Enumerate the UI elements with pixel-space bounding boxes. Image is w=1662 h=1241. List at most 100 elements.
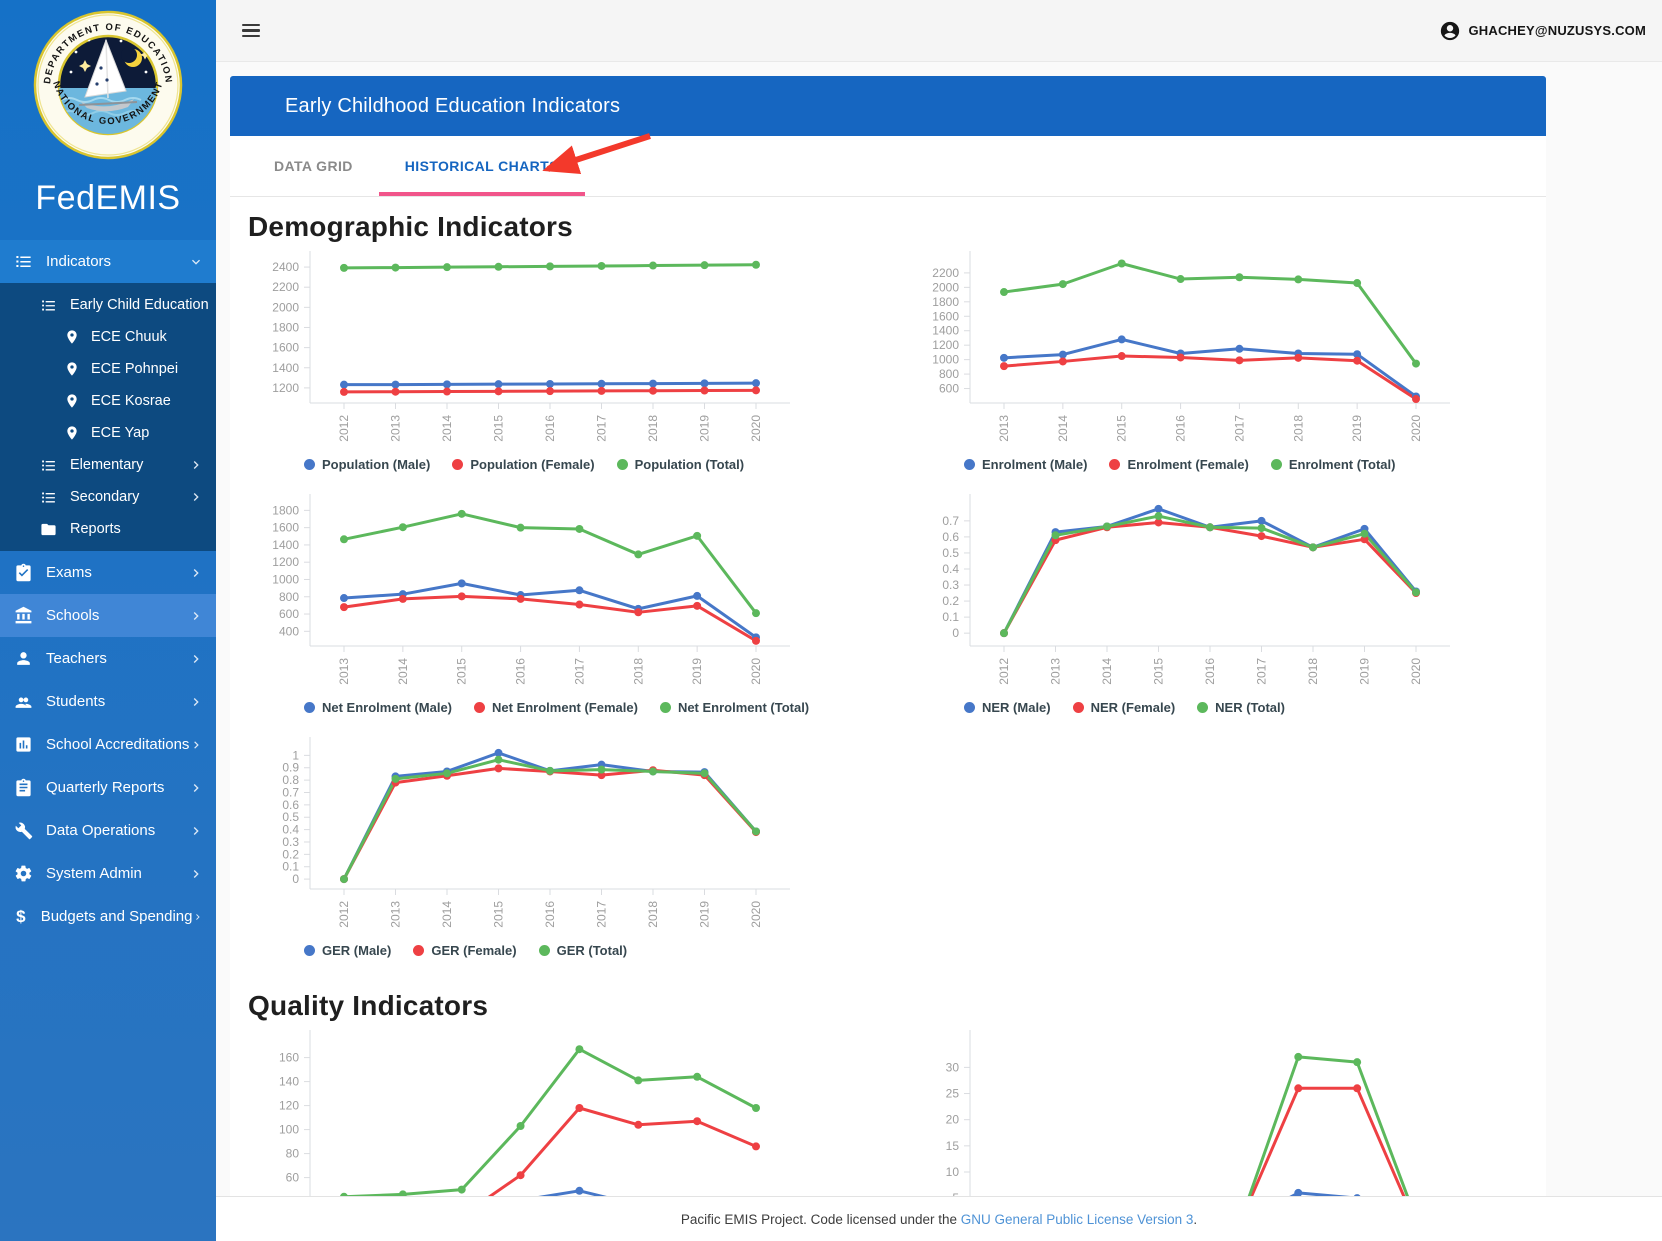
svg-text:2016: 2016 [1174, 415, 1188, 442]
legend-item: Enrolment (Male) [964, 457, 1087, 472]
tab-data-grid[interactable]: DATA GRID [248, 136, 379, 196]
sidebar: DEPARTMENT OF EDUCATION NATIONAL GOVERNM… [0, 0, 216, 1241]
svg-text:1600: 1600 [932, 309, 959, 323]
sidebar-item-quarterly-reports[interactable]: Quarterly Reports [0, 766, 216, 809]
svg-text:1200: 1200 [932, 338, 959, 352]
svg-text:2017: 2017 [572, 658, 586, 685]
svg-text:80: 80 [286, 1147, 300, 1161]
page: DEPARTMENT OF EDUCATION NATIONAL GOVERNM… [0, 0, 1662, 1241]
sidebar-item-ece-kosrae[interactable]: ECE Kosrae [0, 385, 216, 417]
svg-text:2019: 2019 [698, 901, 712, 928]
legend-dot [1073, 702, 1084, 713]
sidebar-item-label: Data Operations [46, 822, 188, 839]
svg-text:2015: 2015 [492, 901, 506, 928]
chart-legend: Net Enrolment (Male) Net Enrolment (Femal… [304, 697, 906, 717]
sidebar-item-indicators[interactable]: Indicators [0, 240, 216, 283]
sidebar-item-ece-yap[interactable]: ECE Yap [0, 417, 216, 449]
legend-item: Net Enrolment (Male) [304, 700, 452, 715]
sidebar-item-elementary[interactable]: Elementary [0, 449, 216, 481]
svg-text:0.2: 0.2 [942, 594, 959, 608]
user-account-chip[interactable]: GHACHEY@NUZUSYS.COM [1439, 20, 1646, 42]
legend-dot [413, 945, 424, 956]
svg-text:2018: 2018 [646, 901, 660, 928]
sidebar-item-early-child-education[interactable]: Early Child Education [0, 289, 216, 321]
chart-legend: GER (Male)GER (Female)GER (Total) [304, 940, 906, 960]
svg-text:2017: 2017 [595, 901, 609, 928]
svg-text:2016: 2016 [543, 901, 557, 928]
sidebar-item-reports[interactable]: Reports [0, 513, 216, 545]
sidebar-item-ece-chuuk[interactable]: ECE Chuuk [0, 321, 216, 353]
ger-line-chart: 00.10.20.30.40.50.60.70.80.9120122013201… [246, 733, 906, 940]
sidebar-item-secondary[interactable]: Secondary [0, 481, 216, 513]
section-title-demographic: Demographic Indicators [248, 211, 1546, 243]
tab-historical-charts[interactable]: HISTORICAL CHARTS [379, 136, 585, 196]
legend-dot [660, 702, 671, 713]
svg-text:2017: 2017 [1232, 415, 1246, 442]
sidebar-item-system-admin[interactable]: System Admin [0, 852, 216, 895]
sidebar-item-exams[interactable]: Exams [0, 551, 216, 594]
legend-label: Population (Male) [322, 457, 430, 472]
list-icon [14, 252, 33, 271]
sidebar-item-label: System Admin [46, 865, 188, 882]
sidebar-item-budgets-and-spending[interactable]: $ Budgets and Spending [0, 895, 216, 938]
topbar: GHACHEY@NUZUSYS.COM [216, 0, 1662, 62]
legend-label: Population (Female) [470, 457, 594, 472]
legend-item: Population (Total) [617, 457, 745, 472]
gear-icon [14, 864, 33, 883]
svg-text:2000: 2000 [932, 280, 959, 294]
charts-body: Demographic Indicators 12001400160018002… [230, 211, 1546, 1241]
person-icon [14, 649, 33, 668]
svg-text:2018: 2018 [1306, 658, 1320, 685]
legend-item: Enrolment (Total) [1271, 457, 1396, 472]
svg-text:0.4: 0.4 [942, 562, 959, 576]
dollar-icon: $ [14, 907, 28, 927]
legend-dot [304, 945, 315, 956]
legend-label: NER (Total) [1215, 700, 1285, 715]
svg-text:2013: 2013 [389, 415, 403, 442]
svg-text:1400: 1400 [932, 324, 959, 338]
sidebar-item-label: ECE Pohnpei [91, 361, 204, 377]
indicators-submenu: Early Child Education ECE Chuuk ECE Pohn… [0, 283, 216, 551]
hamburger-menu-icon[interactable] [242, 24, 260, 37]
map-pin-icon [64, 329, 80, 345]
svg-text:600: 600 [279, 607, 299, 621]
svg-text:2000: 2000 [272, 300, 299, 314]
gnu-license-link[interactable]: GNU General Public License Version 3 [961, 1212, 1194, 1227]
legend-label: NER (Male) [982, 700, 1051, 715]
svg-text:25: 25 [946, 1087, 960, 1101]
chevron-right-icon [188, 457, 204, 473]
net-enrolment-line-chart: 4006008001000120014001600180020132014201… [246, 490, 906, 697]
svg-text:2020: 2020 [749, 415, 763, 442]
svg-text:0.4: 0.4 [282, 823, 299, 837]
sidebar-item-label: ECE Yap [91, 425, 204, 441]
svg-text:2018: 2018 [646, 415, 660, 442]
svg-text:15: 15 [946, 1139, 960, 1153]
svg-text:1200: 1200 [272, 381, 299, 395]
svg-text:1000: 1000 [932, 353, 959, 367]
sidebar-item-teachers[interactable]: Teachers [0, 637, 216, 680]
sidebar-item-school-accreditations[interactable]: School Accreditations [0, 723, 216, 766]
sidebar-item-ece-pohnpei[interactable]: ECE Pohnpei [0, 353, 216, 385]
svg-text:0: 0 [952, 626, 959, 640]
sidebar-item-data-operations[interactable]: Data Operations [0, 809, 216, 852]
wrench-icon [14, 821, 33, 840]
sidebar-item-schools[interactable]: Schools [0, 594, 216, 637]
svg-text:2200: 2200 [932, 266, 959, 280]
sidebar-item-label: Schools [46, 607, 188, 624]
legend-label: Enrolment (Male) [982, 457, 1087, 472]
legend-item: Net Enrolment (Female) [474, 700, 638, 715]
sidebar-item-students[interactable]: Students [0, 680, 216, 723]
svg-text:2014: 2014 [1100, 658, 1114, 685]
legend-dot [474, 702, 485, 713]
svg-text:0: 0 [292, 872, 299, 886]
svg-text:140: 140 [279, 1075, 299, 1089]
ner-line-chart: 00.10.20.30.40.50.60.7201220132014201520… [906, 490, 1566, 697]
sidebar-item-label: ECE Chuuk [91, 329, 204, 345]
svg-text:0.5: 0.5 [282, 810, 299, 824]
svg-text:20: 20 [946, 1113, 960, 1127]
svg-text:0.3: 0.3 [282, 835, 299, 849]
chevron-right-icon [188, 780, 204, 796]
svg-text:2200: 2200 [272, 280, 299, 294]
legend-label: Net Enrolment (Female) [492, 700, 638, 715]
demographic-charts-grid: 1200140016001800200022002400201220132014… [246, 247, 1546, 976]
